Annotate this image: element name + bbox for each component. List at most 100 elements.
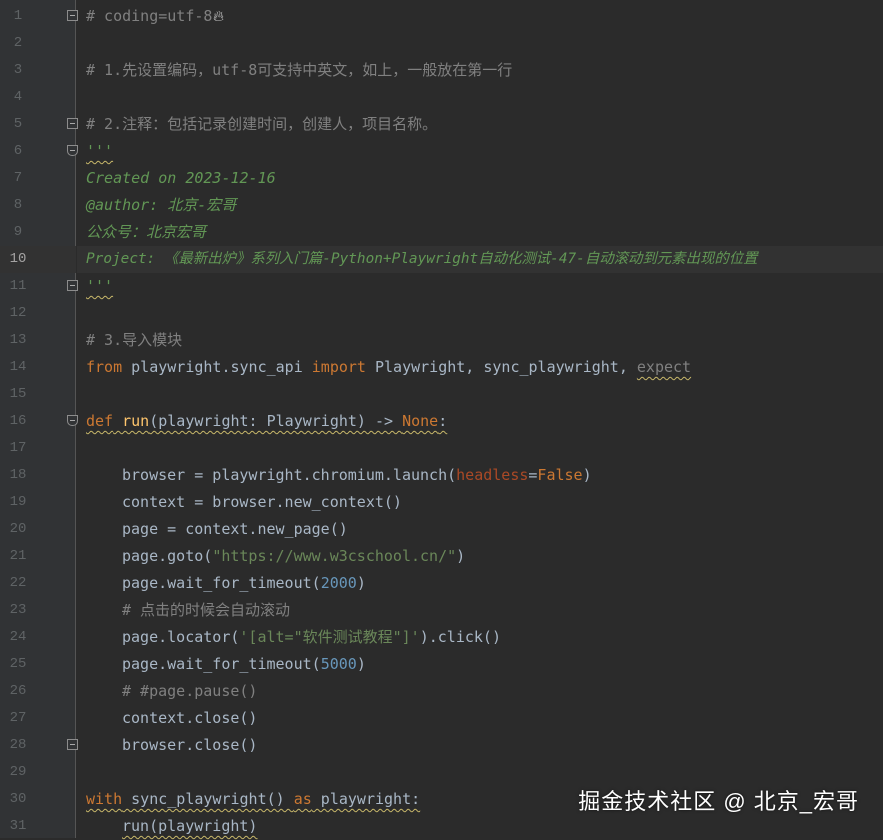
keyword-import: import: [311, 358, 366, 376]
encoding-comment: # coding=utf-8: [86, 7, 213, 25]
line-number[interactable]: 27: [8, 705, 28, 732]
code-text: playwright:: [311, 790, 421, 808]
code-line-6[interactable]: ''': [77, 138, 883, 165]
line-number[interactable]: 11: [8, 273, 28, 300]
function-name: run: [113, 412, 150, 430]
gutter-row: 18: [0, 462, 76, 489]
gutter-row: 10: [0, 246, 76, 273]
line-number[interactable]: 28: [8, 732, 28, 759]
line-number[interactable]: 7: [8, 165, 28, 192]
gutter-row: 6: [0, 138, 78, 165]
line-number[interactable]: 2: [8, 30, 28, 57]
code-text: ): [356, 655, 366, 673]
code-text: browser.close(): [122, 736, 258, 754]
code-area[interactable]: # coding=utf-8 🔥︎ # 1.先设置编码，utf-8可支持中英文，如…: [77, 0, 883, 838]
code-text: ): [456, 547, 466, 565]
gutter-row: 30: [0, 786, 76, 813]
code-line-3[interactable]: # 1.先设置编码，utf-8可支持中英文，如上，一般放在第一行: [77, 57, 883, 84]
line-number[interactable]: 1: [8, 3, 28, 30]
code-line-8[interactable]: @author: 北京-宏哥: [77, 192, 883, 219]
code-text: context = browser.new_context(): [122, 493, 402, 511]
code-line-26[interactable]: # #page.pause(): [77, 678, 883, 705]
gutter-row: 2: [0, 30, 76, 57]
line-number[interactable]: 20: [8, 516, 28, 543]
code-line-16[interactable]: def run(playwright: Playwright) -> None:: [77, 408, 883, 435]
code-line-21[interactable]: page.goto("https://www.w3cschool.cn/"): [77, 543, 883, 570]
code-line-24[interactable]: page.locator('[alt="软件测试教程"]').click(): [77, 624, 883, 651]
code-line-11[interactable]: ''': [77, 273, 883, 300]
line-number[interactable]: 3: [8, 57, 28, 84]
keyword-false: False: [537, 466, 583, 484]
code-text: page.goto(: [122, 547, 213, 565]
line-number[interactable]: 13: [8, 327, 28, 354]
code-line-19[interactable]: context = browser.new_context(): [77, 489, 883, 516]
code-line-28[interactable]: browser.close(): [77, 732, 883, 759]
gutter-row: 3: [0, 57, 76, 84]
line-number[interactable]: 18: [8, 462, 28, 489]
gutter-row: 17: [0, 435, 76, 462]
gutter-row: 8: [0, 192, 76, 219]
code-editor[interactable]: 1 2 3 4 5 6 7 8 9 10 11 12 13 14 15 16 17 18 19 20 21 22 23 24 2…: [0, 0, 883, 838]
code-line-1[interactable]: # coding=utf-8 🔥︎: [77, 3, 883, 30]
line-number[interactable]: 30: [8, 786, 28, 813]
gutter-row: 26: [0, 678, 76, 705]
keyword-none: None: [402, 412, 439, 430]
gutter-row: 29: [0, 759, 76, 786]
line-number[interactable]: 29: [8, 759, 28, 786]
code-line-23[interactable]: # 点击的时候会自动滚动: [77, 597, 883, 624]
line-number[interactable]: 22: [8, 570, 28, 597]
code-line-20[interactable]: page = context.new_page(): [77, 516, 883, 543]
code-text: run(playwright): [122, 817, 258, 835]
gutter-row: 11: [0, 273, 78, 300]
code-line-7[interactable]: Created on 2023-12-16: [77, 165, 883, 192]
line-number[interactable]: 31: [8, 813, 28, 840]
line-number[interactable]: 4: [8, 84, 28, 111]
gutter-row: 23: [0, 597, 76, 624]
line-number[interactable]: 19: [8, 489, 28, 516]
gutter-row: 27: [0, 705, 76, 732]
code-text: sync_playwright(): [122, 790, 294, 808]
gutter-row: 16: [0, 408, 78, 435]
gutter-row: 12: [0, 300, 76, 327]
code-line-18[interactable]: browser = playwright.chromium.launch(hea…: [77, 462, 883, 489]
line-number[interactable]: 9: [8, 219, 28, 246]
selector-string: '[alt="软件测试教程"]': [239, 628, 420, 646]
code-line-10[interactable]: Project: 《最新出炉》系列入门篇-Python+Playwright自动…: [77, 246, 883, 273]
code-line-9[interactable]: 公众号：北京宏哥: [77, 219, 883, 246]
code-line-5[interactable]: # 2.注释：包括记录创建时间，创建人，项目名称。: [77, 111, 883, 138]
code-line-27[interactable]: context.close(): [77, 705, 883, 732]
line-number[interactable]: 15: [8, 381, 28, 408]
code-text: browser = playwright.chromium.launch(: [122, 466, 457, 484]
line-number[interactable]: 5: [8, 111, 28, 138]
gutter-row: 5: [0, 111, 78, 138]
keyword-from: from: [86, 358, 123, 376]
line-number[interactable]: 25: [8, 651, 28, 678]
docstring-close: ''': [86, 277, 114, 295]
code-text: page.wait_for_timeout(: [122, 655, 321, 673]
line-number[interactable]: 10: [8, 246, 28, 273]
code-line-13[interactable]: # 3.导入模块: [77, 327, 883, 354]
code-text: page = context.new_page(): [122, 520, 348, 538]
docstring-text: 公众号：北京宏哥: [86, 223, 207, 241]
gutter-row: 21: [0, 543, 76, 570]
line-number[interactable]: 24: [8, 624, 28, 651]
code-line-22[interactable]: page.wait_for_timeout(2000): [77, 570, 883, 597]
number-literal: 2000: [320, 574, 357, 592]
line-number[interactable]: 6: [8, 138, 28, 165]
module-name: playwright.sync_api: [122, 358, 312, 376]
code-text: ): [582, 466, 592, 484]
line-number[interactable]: 17: [8, 435, 28, 462]
line-number[interactable]: 14: [8, 354, 28, 381]
code-line-25[interactable]: page.wait_for_timeout(5000): [77, 651, 883, 678]
line-number[interactable]: 26: [8, 678, 28, 705]
line-number[interactable]: 12: [8, 300, 28, 327]
line-number[interactable]: 21: [8, 543, 28, 570]
code-text: ): [356, 574, 366, 592]
docstring-open: ''': [86, 142, 114, 160]
line-number[interactable]: 23: [8, 597, 28, 624]
comment-text: # 1.先设置编码，utf-8可支持中英文，如上，一般放在第一行: [86, 61, 513, 79]
line-number[interactable]: 16: [8, 408, 28, 435]
line-number[interactable]: 8: [8, 192, 28, 219]
code-line-31[interactable]: run(playwright): [77, 813, 883, 840]
code-line-14[interactable]: from playwright.sync_api import Playwrig…: [77, 354, 883, 381]
